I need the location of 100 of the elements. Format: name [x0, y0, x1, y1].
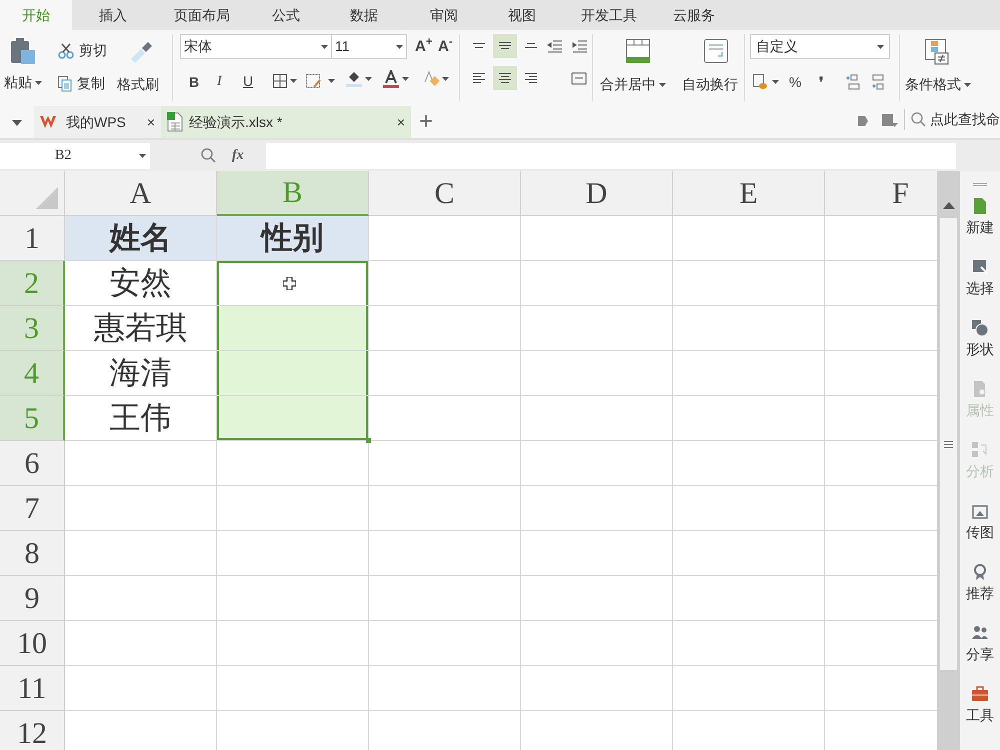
- conditional-format-button[interactable]: 条件格式: [905, 74, 971, 95]
- sidebar-button[interactable]: 形状: [966, 320, 994, 381]
- copy-button[interactable]: 复制: [58, 73, 105, 94]
- shrink-font-button[interactable]: A$^{-}$: [438, 36, 453, 58]
- merge-cells-icon: [626, 39, 650, 63]
- selection-icon: [972, 259, 988, 275]
- paste-button[interactable]: 粘贴: [4, 72, 42, 93]
- sidebar-button[interactable]: 选择: [966, 259, 994, 320]
- merge-center-button[interactable]: 合并居中: [600, 74, 666, 95]
- row-header[interactable]: 11: [0, 666, 65, 711]
- font-color-button[interactable]: [383, 70, 399, 88]
- menu-tab[interactable]: 开发工具: [562, 0, 656, 30]
- menu-tab[interactable]: 审阅: [406, 0, 482, 30]
- scroll-up-icon[interactable]: [942, 201, 954, 209]
- wrap-text-icon: [704, 39, 728, 63]
- cell-style-icon[interactable]: [306, 74, 335, 88]
- new-tab-button[interactable]: +: [411, 110, 442, 134]
- borders-icon[interactable]: [273, 74, 297, 88]
- sidebar-button[interactable]: 分享: [966, 625, 994, 686]
- ribbon-badge-icon: [972, 564, 988, 580]
- close-icon[interactable]: ×: [146, 112, 155, 132]
- font-size-dropdown[interactable]: 11: [332, 34, 407, 59]
- dropdown-icon[interactable]: [12, 120, 22, 126]
- insert-function-button[interactable]: fx: [232, 145, 244, 166]
- document-tab[interactable]: 我的WPS ×: [34, 106, 161, 138]
- name-box[interactable]: B2: [0, 142, 150, 168]
- table-cell: 性别: [217, 216, 369, 261]
- currency-icon[interactable]: [753, 74, 779, 90]
- menu-tab[interactable]: 页面布局: [154, 0, 250, 30]
- italic-button[interactable]: I: [217, 71, 222, 92]
- sidebar-button[interactable]: 传图: [966, 503, 994, 564]
- scissors-icon: [58, 42, 74, 58]
- caret-icon: [964, 82, 971, 86]
- caret-icon: [877, 44, 884, 48]
- font-name-dropdown[interactable]: 宋体: [180, 34, 332, 59]
- close-icon[interactable]: ×: [396, 112, 405, 132]
- sidebar-button[interactable]: 工具: [966, 686, 994, 747]
- sidebar-button[interactable]: 新建: [966, 198, 994, 259]
- column-header[interactable]: F: [825, 171, 937, 216]
- menu-tab[interactable]: 云服务: [656, 0, 732, 30]
- row-header[interactable]: 1: [0, 216, 65, 261]
- wrap-text-button[interactable]: 自动换行: [682, 74, 738, 95]
- menu-tab[interactable]: 公式: [250, 0, 322, 30]
- percent-button[interactable]: %: [789, 72, 802, 93]
- align-bottom-icon: [524, 43, 538, 49]
- row-header[interactable]: 9: [0, 576, 65, 621]
- number-format-dropdown[interactable]: 自定义: [750, 34, 890, 59]
- row-header[interactable]: 6: [0, 441, 65, 486]
- row-header[interactable]: 10: [0, 621, 65, 666]
- indent-icon[interactable]: [572, 38, 588, 54]
- distribute-icon[interactable]: [570, 70, 588, 86]
- menu-tab[interactable]: 视图: [482, 0, 562, 30]
- clear-format-icon[interactable]: [423, 70, 449, 88]
- column-header[interactable]: C: [369, 171, 521, 216]
- align-middle-icon: [498, 42, 512, 50]
- search-icon: [911, 112, 926, 127]
- column-header[interactable]: E: [673, 171, 825, 216]
- underline-button[interactable]: U: [243, 71, 254, 92]
- command-search-field[interactable]: 点此查找命: [904, 109, 1000, 130]
- row-header[interactable]: 12: [0, 711, 65, 750]
- align-center-icon: [498, 72, 512, 84]
- sidebar-button[interactable]: 推荐: [966, 564, 994, 625]
- caret-icon: [402, 77, 409, 81]
- column-header[interactable]: D: [521, 171, 673, 216]
- row-header[interactable]: 8: [0, 531, 65, 576]
- scrollbar[interactable]: [937, 171, 960, 750]
- panel-grip-icon[interactable]: [973, 183, 987, 186]
- bold-button[interactable]: B: [189, 72, 200, 93]
- caret-icon: [659, 82, 666, 86]
- scroll-thumb[interactable]: [940, 218, 957, 670]
- conditional-format-icon: [925, 39, 949, 65]
- document-tab[interactable]: 经验演示.xlsx * ×: [161, 106, 411, 138]
- people-icon: [972, 625, 988, 641]
- font-color-icon: [383, 70, 399, 88]
- spreadsheet-file-icon: [167, 112, 183, 132]
- zoom-formula-icon[interactable]: [201, 148, 216, 163]
- align-middle-button[interactable]: [493, 34, 517, 58]
- outdent-icon[interactable]: [547, 38, 563, 54]
- tab-icon[interactable]: [856, 114, 870, 128]
- fill-handle[interactable]: [366, 438, 371, 443]
- align-center-button[interactable]: [493, 66, 517, 90]
- caret-icon: [139, 154, 146, 158]
- align-top-icon: [472, 43, 486, 49]
- document-search-icon: [972, 381, 988, 397]
- row-header[interactable]: 7: [0, 486, 65, 531]
- menu-tab[interactable]: 数据: [322, 0, 406, 30]
- cut-button[interactable]: 剪切: [58, 40, 107, 61]
- fill-color-icon[interactable]: [346, 70, 372, 88]
- grip-icon: [944, 440, 953, 448]
- image-icon: [972, 503, 988, 519]
- table-cell: 姓名: [65, 216, 217, 261]
- grow-font-button[interactable]: A$^{+}$: [415, 36, 432, 58]
- increase-decimal-icon[interactable]: [845, 74, 861, 90]
- document-icon: [972, 198, 988, 214]
- bookmark-icon[interactable]: [882, 114, 898, 128]
- menu-tab[interactable]: 开始: [0, 0, 72, 30]
- column-header[interactable]: A: [65, 171, 217, 216]
- format-painter-button[interactable]: 格式刷: [117, 74, 159, 95]
- comma-button[interactable]: ❜: [819, 72, 824, 93]
- menu-tab[interactable]: 插入: [72, 0, 154, 30]
